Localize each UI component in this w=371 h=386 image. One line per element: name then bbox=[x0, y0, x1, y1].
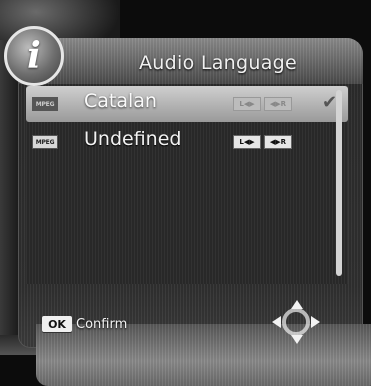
arrow-up-icon bbox=[291, 300, 303, 309]
arrow-right-icon bbox=[311, 316, 320, 328]
ok-button[interactable]: OK bbox=[42, 316, 72, 332]
info-icon: i bbox=[4, 26, 64, 86]
dpad-icon bbox=[270, 298, 322, 346]
arrow-down-icon bbox=[291, 335, 303, 344]
track-language-label: Undefined bbox=[84, 128, 182, 150]
confirm-label: Confirm bbox=[76, 317, 128, 332]
arrow-left-icon bbox=[272, 316, 281, 328]
footer-controls: OK Confirm bbox=[18, 286, 363, 348]
codec-badge: MPEG bbox=[32, 97, 58, 111]
left-channel-button[interactable]: L◀▶ bbox=[233, 97, 261, 111]
codec-badge: MPEG bbox=[32, 135, 58, 149]
right-channel-button[interactable]: ◀▶R bbox=[264, 97, 292, 111]
right-channel-button[interactable]: ◀▶R bbox=[264, 135, 292, 149]
check-icon: ✔ bbox=[322, 92, 338, 113]
track-list: MPEG Catalan L◀▶ ◀▶R ✔ MPEG Undefined L◀… bbox=[26, 86, 348, 284]
track-language-label: Catalan bbox=[84, 90, 157, 112]
track-row-undefined[interactable]: MPEG Undefined L◀▶ ◀▶R bbox=[26, 124, 348, 160]
dpad-ring bbox=[282, 308, 310, 336]
track-row-catalan[interactable]: MPEG Catalan L◀▶ ◀▶R ✔ bbox=[26, 86, 348, 122]
dialog-title-bar: Audio Language bbox=[18, 38, 363, 84]
left-channel-button[interactable]: L◀▶ bbox=[233, 135, 261, 149]
list-scrollbar[interactable] bbox=[336, 90, 342, 276]
dialog-title: Audio Language bbox=[138, 52, 297, 74]
